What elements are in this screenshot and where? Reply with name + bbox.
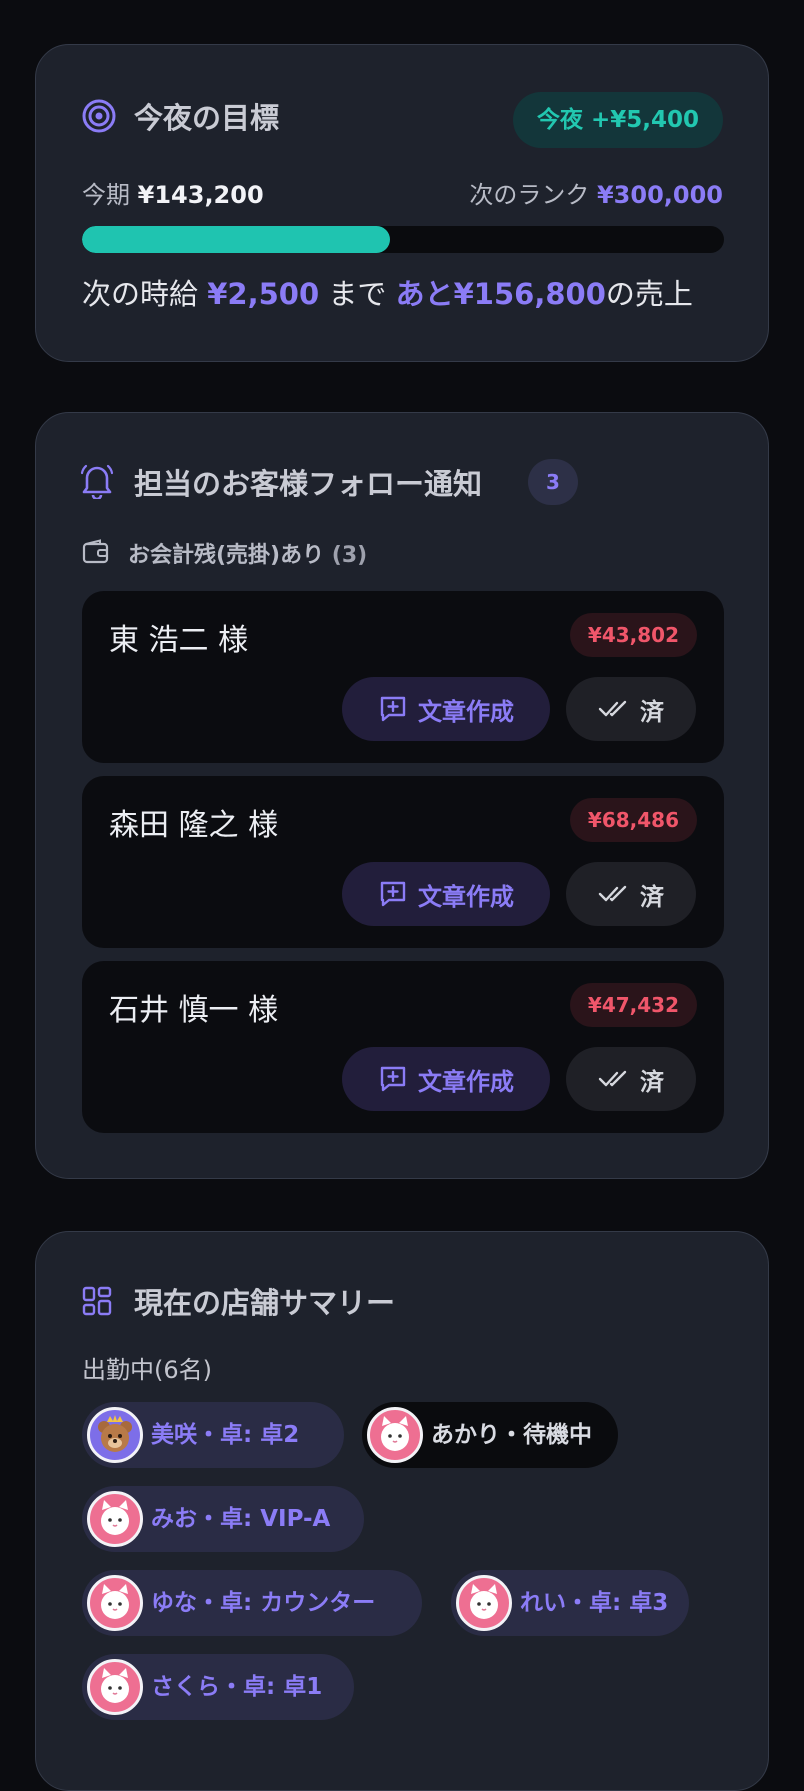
notification-count-badge: 3 xyxy=(528,459,578,505)
staff-label: あかり・待機中 xyxy=(431,1422,592,1448)
staff-chip[interactable]: みお・卓: VIP-A xyxy=(82,1486,364,1552)
progress-bar xyxy=(82,226,724,253)
compose-label: 文章作成 xyxy=(418,1067,514,1096)
cat-icon xyxy=(101,1584,129,1619)
unpaid-amount-badge: ¥47,432 xyxy=(569,983,697,1027)
message-plus-icon xyxy=(380,881,406,907)
cat-avatar xyxy=(87,1575,143,1631)
progress-fill xyxy=(82,226,391,253)
working-count-label: 出勤中(6名) xyxy=(82,1356,212,1384)
hint-prefix: 次の時給 xyxy=(82,277,199,311)
period-label: 今期 xyxy=(82,181,130,209)
compose-label: 文章作成 xyxy=(418,882,514,911)
unpaid-count: (3) xyxy=(331,543,368,568)
store-summary-title: 現在の店舗サマリー xyxy=(134,1286,396,1320)
next-wage-hint: 次の時給 ¥2,500 まで あと¥156,800の売上 xyxy=(82,271,693,313)
compose-message-button[interactable]: 文章作成 xyxy=(342,677,550,741)
staff-chip[interactable]: れい・卓: 卓3 xyxy=(451,1570,689,1636)
tonight-earnings-badge: 今夜 +¥5,400 xyxy=(512,92,723,148)
bear-icon xyxy=(98,1415,132,1452)
staff-label: さくら・卓: 卓1 xyxy=(151,1674,323,1700)
compose-label: 文章作成 xyxy=(418,697,514,726)
period-sales: 今期 ¥143,200 xyxy=(82,175,264,210)
customer-name: 東 浩二 様 xyxy=(109,623,249,658)
hint-suffix: の売上 xyxy=(605,277,693,311)
tonight-value: +¥5,400 xyxy=(590,107,699,133)
hint-remaining: あと¥156,800 xyxy=(395,277,606,311)
double-check-icon xyxy=(598,885,627,902)
unpaid-label: お会計残(売掛)あり xyxy=(128,543,325,568)
next-rank: 次のランク ¥300,000 xyxy=(469,175,723,210)
done-label: 済 xyxy=(640,882,664,911)
customer-name: 森田 隆之 様 xyxy=(109,808,279,843)
staff-chip[interactable]: あかり・待機中 xyxy=(362,1402,618,1468)
cat-icon xyxy=(101,1668,129,1703)
unpaid-subheading: お会計残(売掛)あり (3) xyxy=(128,537,367,569)
cat-icon xyxy=(101,1500,129,1535)
target-icon xyxy=(82,99,116,133)
customer-name: 石井 慎一 様 xyxy=(109,993,279,1028)
done-label: 済 xyxy=(640,697,664,726)
staff-label: れい・卓: 卓3 xyxy=(520,1590,669,1616)
mark-done-button[interactable]: 済 xyxy=(566,677,696,741)
compose-message-button[interactable]: 文章作成 xyxy=(342,1047,550,1111)
period-value: ¥143,200 xyxy=(137,181,264,209)
bell-icon xyxy=(80,464,114,499)
unpaid-amount-badge: ¥68,486 xyxy=(569,798,697,842)
cat-icon xyxy=(381,1416,409,1451)
customer-row: 石井 慎一 様 ¥47,432 文章作成 済 xyxy=(82,961,724,1133)
next-rank-label: 次のランク xyxy=(469,181,590,209)
staff-label: ゆな・卓: カウンター xyxy=(151,1590,376,1616)
message-plus-icon xyxy=(380,1066,406,1092)
wallet-icon xyxy=(82,539,109,564)
customer-row: 東 浩二 様 ¥43,802 文章作成 済 xyxy=(82,591,724,763)
cat-avatar xyxy=(456,1575,512,1631)
double-check-icon xyxy=(598,1070,627,1087)
next-rank-value: ¥300,000 xyxy=(596,181,723,209)
cat-icon xyxy=(470,1584,498,1619)
message-plus-icon xyxy=(380,696,406,722)
tonight-goal-card: 今夜の目標 今夜 +¥5,400 今期 ¥143,200 次のランク ¥300,… xyxy=(35,44,769,362)
staff-label: 美咲・卓: 卓2 xyxy=(151,1422,300,1448)
double-check-icon xyxy=(598,700,627,717)
hint-mid: まで xyxy=(328,277,387,311)
done-label: 済 xyxy=(640,1067,664,1096)
follow-title: 担当のお客様フォロー通知 xyxy=(134,467,483,501)
staff-chip[interactable]: 美咲・卓: 卓2 xyxy=(82,1402,344,1468)
staff-chip[interactable]: ゆな・卓: カウンター xyxy=(82,1570,422,1636)
cat-avatar xyxy=(87,1491,143,1547)
tonight-label: 今夜 xyxy=(536,107,583,133)
customer-follow-card: 担当のお客様フォロー通知 3 お会計残(売掛)あり (3) 東 浩二 様 ¥43… xyxy=(35,412,769,1179)
cat-avatar xyxy=(87,1659,143,1715)
grid-icon xyxy=(82,1286,112,1316)
compose-message-button[interactable]: 文章作成 xyxy=(342,862,550,926)
customer-row: 森田 隆之 様 ¥68,486 文章作成 済 xyxy=(82,776,724,948)
mark-done-button[interactable]: 済 xyxy=(566,862,696,926)
staff-label: みお・卓: VIP-A xyxy=(151,1506,331,1532)
hint-wage: ¥2,500 xyxy=(207,277,320,311)
goal-title: 今夜の目標 xyxy=(134,101,280,135)
bear-avatar xyxy=(87,1407,143,1463)
mark-done-button[interactable]: 済 xyxy=(566,1047,696,1111)
store-summary-card: 現在の店舗サマリー 出勤中(6名) 美咲・卓: 卓2 あかり・待機中 みお・卓:… xyxy=(35,1231,769,1791)
unpaid-amount-badge: ¥43,802 xyxy=(569,613,697,657)
cat-avatar xyxy=(367,1407,423,1463)
staff-chip[interactable]: さくら・卓: 卓1 xyxy=(82,1654,354,1720)
